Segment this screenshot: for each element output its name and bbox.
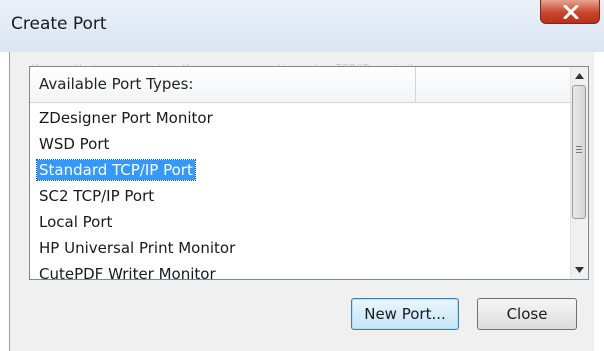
list-item-label: SC2 TCP/IP Port — [39, 187, 155, 205]
create-port-dialog: Create Port Ypur ... that you are using.… — [0, 0, 604, 351]
close-icon — [563, 5, 579, 19]
list-item-wsd-port[interactable]: WSD Port — [30, 131, 570, 157]
list-item-zdesigner-port-monitor[interactable]: ZDesigner Port Monitor — [30, 105, 570, 131]
close-button[interactable]: Close — [477, 298, 577, 330]
scroll-thumb[interactable] — [572, 85, 586, 219]
scroll-down-button[interactable] — [571, 261, 588, 279]
grip-line — [576, 149, 582, 150]
list-item-standard-tcp-ip-port[interactable]: Standard TCP/IP Port — [30, 157, 570, 183]
grip-line — [576, 146, 582, 147]
grip-line — [576, 152, 582, 153]
column-header-label: Available Port Types: — [39, 75, 194, 93]
port-types-listview[interactable]: Available Port Types: ZDesigner Port Mon… — [29, 66, 589, 280]
scroll-up-button[interactable] — [571, 67, 588, 85]
vertical-scrollbar[interactable] — [570, 67, 588, 279]
list-header: Available Port Types: — [30, 67, 570, 103]
title-bar: Create Port — [0, 0, 604, 52]
list-item-label: Local Port — [39, 213, 113, 231]
list-item-label: HP Universal Print Monitor — [39, 239, 236, 257]
new-port-button[interactable]: New Port... — [351, 298, 459, 330]
list-item-hp-universal-print-monitor[interactable]: HP Universal Print Monitor — [30, 235, 570, 261]
column-header-empty — [416, 67, 570, 102]
column-header-port-types[interactable]: Available Port Types: — [30, 67, 416, 102]
list-item-cutepdf-writer-monitor[interactable]: CutePDF Writer Monitor — [30, 261, 570, 280]
window-title: Create Port — [11, 14, 107, 34]
list-item-label: Standard TCP/IP Port — [36, 159, 196, 181]
window-close-button[interactable] — [540, 0, 600, 24]
chevron-up-icon — [575, 73, 584, 79]
list-item-label: WSD Port — [39, 135, 110, 153]
port-types-list: ZDesigner Port Monitor WSD Port Standard… — [30, 105, 570, 280]
chevron-down-icon — [575, 267, 584, 273]
list-item-local-port[interactable]: Local Port — [30, 209, 570, 235]
dialog-body: Ypur ... that you are using. If you are … — [9, 52, 594, 351]
list-item-label: ZDesigner Port Monitor — [39, 109, 213, 127]
list-item-sc2-tcp-ip-port[interactable]: SC2 TCP/IP Port — [30, 183, 570, 209]
list-item-label: CutePDF Writer Monitor — [39, 265, 216, 280]
